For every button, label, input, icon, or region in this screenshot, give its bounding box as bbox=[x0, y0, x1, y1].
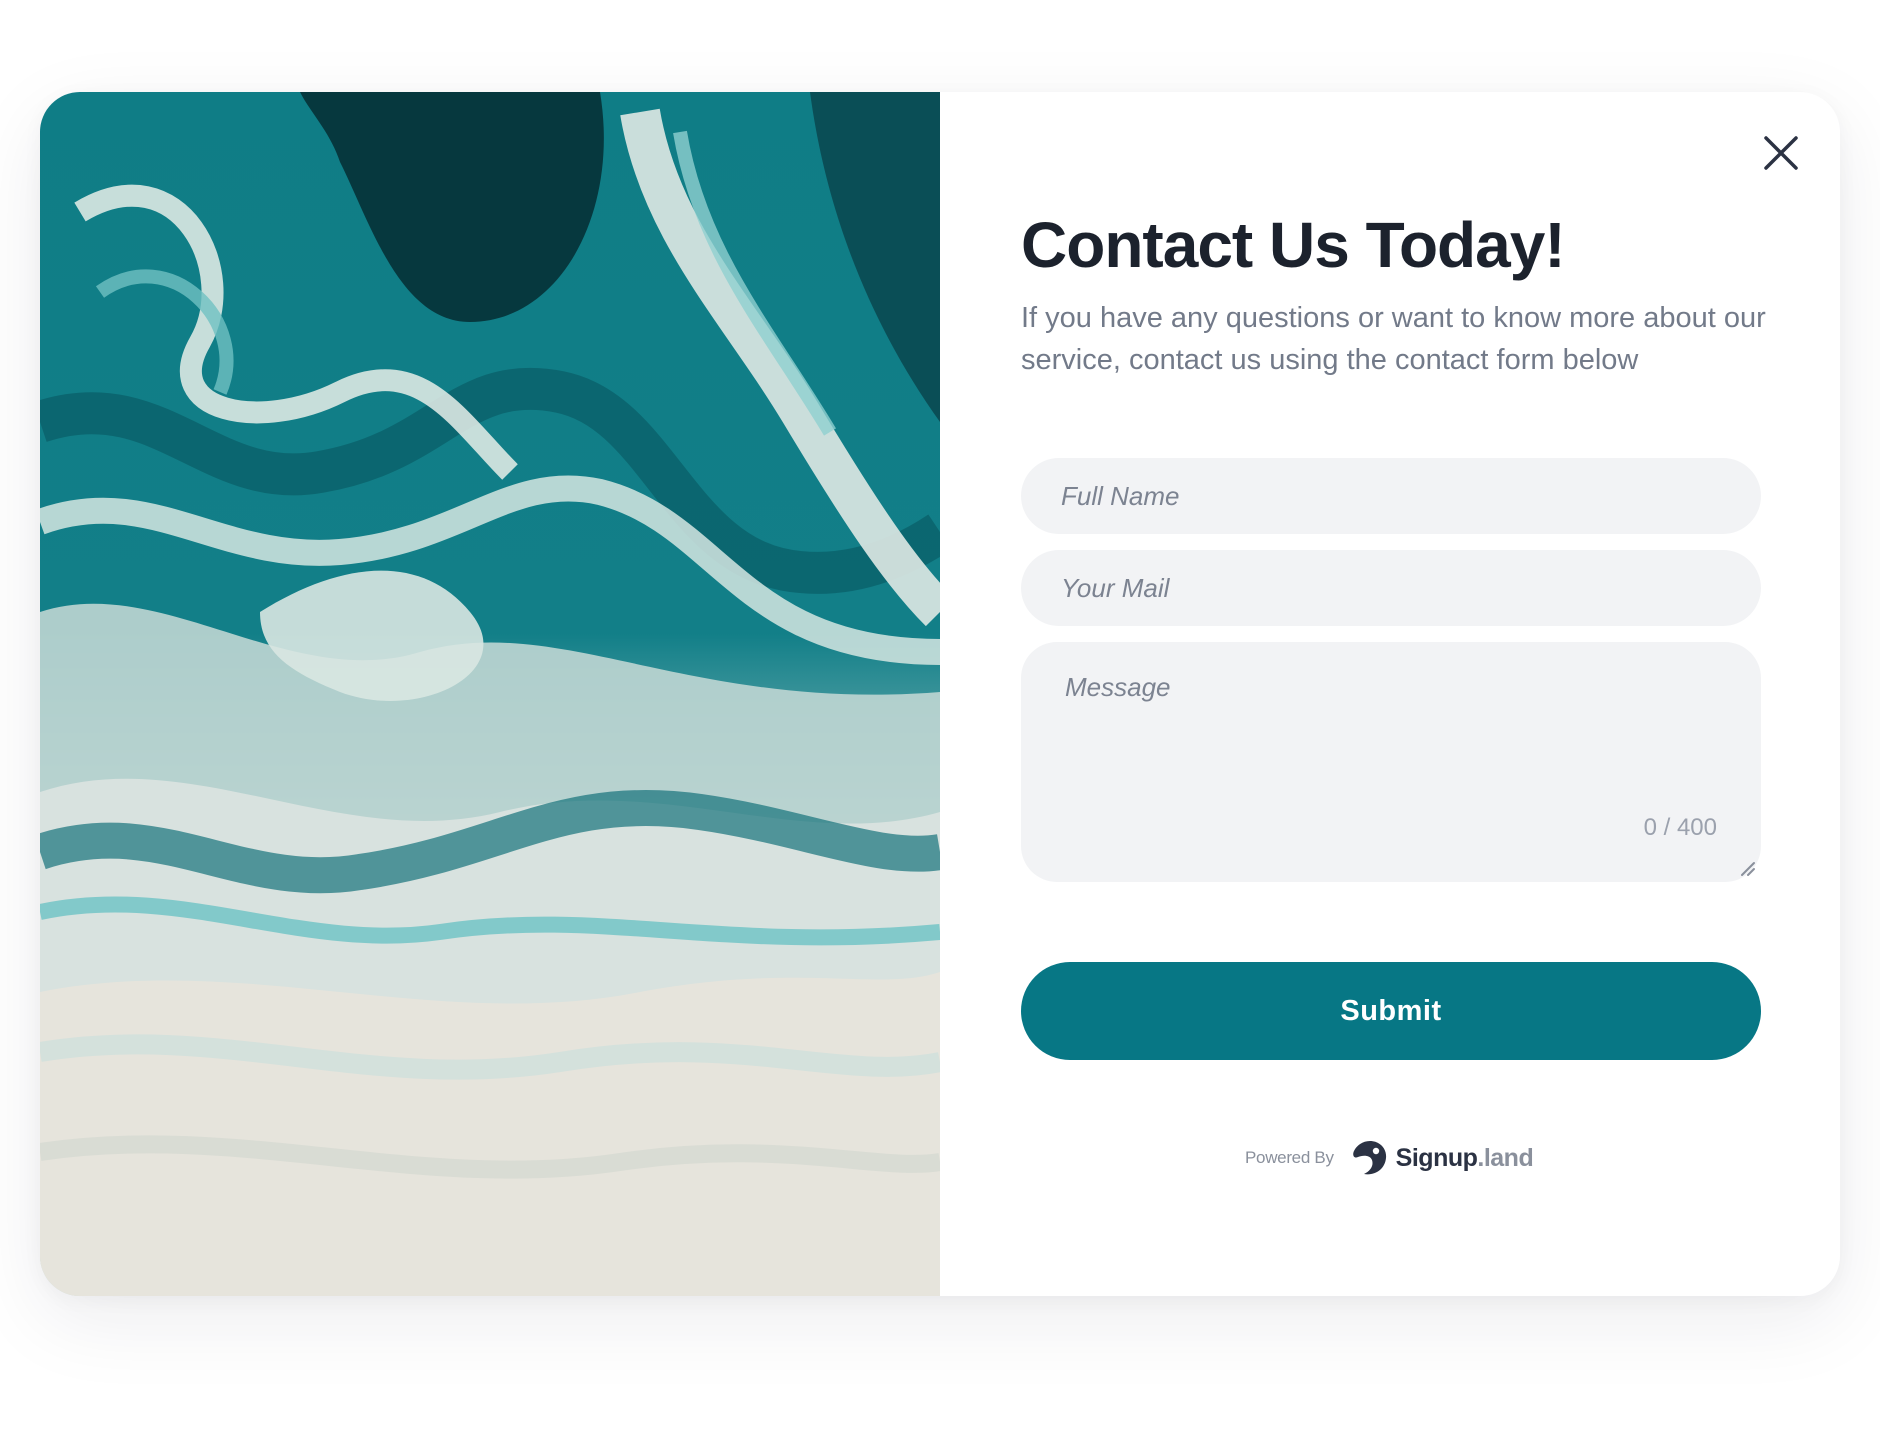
full-name-input[interactable] bbox=[1021, 458, 1761, 534]
character-counter: 0 / 400 bbox=[1643, 814, 1717, 841]
powered-by-link[interactable]: Powered By Signup .land bbox=[1245, 1136, 1534, 1180]
message-textarea[interactable] bbox=[1021, 642, 1761, 882]
resize-handle-icon[interactable] bbox=[1737, 858, 1757, 878]
brand-name: Signup bbox=[1395, 1143, 1478, 1172]
contact-modal: Contact Us Today! If you have any questi… bbox=[40, 92, 1840, 1296]
brand-tld: .land bbox=[1477, 1143, 1534, 1172]
powered-by-label: Powered By bbox=[1245, 1148, 1334, 1167]
marble-art-panel bbox=[40, 92, 940, 1296]
modal-subtitle: If you have any questions or want to kno… bbox=[1021, 302, 1766, 376]
marble-swirl-image bbox=[40, 92, 940, 1296]
message-box: 0 / 400 bbox=[1021, 642, 1761, 882]
email-input[interactable] bbox=[1021, 550, 1761, 626]
close-button[interactable] bbox=[1758, 130, 1804, 176]
close-icon bbox=[1764, 136, 1798, 170]
signup-land-logo-icon bbox=[1352, 1141, 1386, 1175]
modal-title: Contact Us Today! bbox=[1021, 209, 1566, 281]
contact-form-panel: Contact Us Today! If you have any questi… bbox=[940, 92, 1840, 1296]
submit-button[interactable]: Submit bbox=[1021, 962, 1761, 1060]
